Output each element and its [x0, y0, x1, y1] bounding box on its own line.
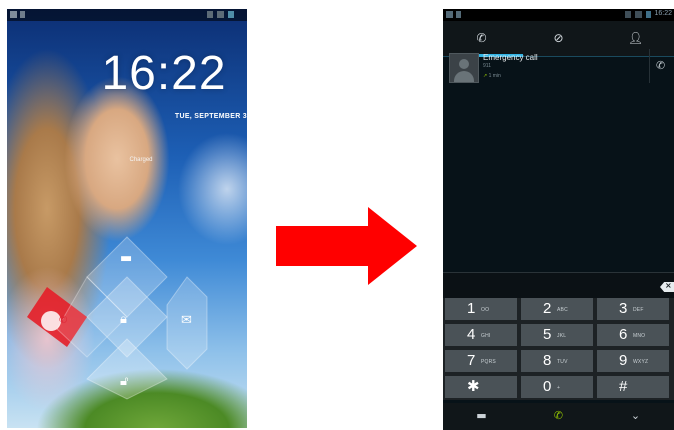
lock-screen: 16:22 TUE, SEPTEMBER 3 Charged ▬ ✆ 🔒︎ ✉ … [7, 9, 247, 428]
phone-icon: ✆ [656, 59, 666, 72]
dial-key-8[interactable]: 8 TUV [521, 350, 593, 372]
notification-icon [456, 11, 461, 18]
call-name: Emergency call [483, 53, 538, 62]
dial-key-9[interactable]: 9 WXYZ [597, 350, 669, 372]
dial-key-7[interactable]: 7 PQRS [445, 350, 517, 372]
message-icon[interactable]: ✉ [181, 314, 192, 327]
chevron-down-icon: ⌄ [630, 409, 641, 422]
dial-button[interactable]: ✆ [520, 403, 597, 430]
call-icon: ✆ [553, 409, 564, 422]
digits-field[interactable]: × [443, 272, 674, 299]
call-back-button[interactable]: ✆ [649, 49, 674, 83]
bluetooth-icon [625, 11, 631, 18]
arrow-icon [276, 207, 417, 285]
outgoing-call-icon: ↗ [483, 73, 488, 79]
status-time: 16:22 [654, 10, 672, 17]
call-log-item[interactable]: Emergency call 911 ↗ 1 min ✆ [443, 49, 674, 89]
notification-icon [446, 11, 453, 18]
dialer-screen: 16:22 ✆ ⊘ 👤︎ Emergency call 911 ↗ 1 min … [443, 9, 674, 430]
video-icon: ▬ [476, 409, 487, 422]
contact-icon: 👤︎ [627, 31, 644, 45]
phone-icon[interactable]: ✆ [59, 314, 67, 327]
dial-key-hash[interactable]: # [597, 376, 669, 398]
dial-key-1[interactable]: 1 OO [445, 298, 517, 320]
dial-key-star[interactable]: ✱ [445, 376, 517, 398]
call-number: 911 [483, 63, 491, 69]
dial-key-0[interactable]: 0 + [521, 376, 593, 398]
battery-icon [646, 11, 651, 18]
dial-key-4[interactable]: 4 GHI [445, 324, 517, 346]
wifi-icon [635, 11, 642, 18]
avatar [449, 53, 479, 83]
dial-key-2[interactable]: 2 ABC [521, 298, 593, 320]
call-duration: 1 min [488, 73, 501, 79]
dial-key-6[interactable]: 6 MNO [597, 324, 669, 346]
unlock-widget[interactable]: ▬ ✆ 🔒︎ ✉ 🔓︎ [7, 9, 247, 428]
overflow-button[interactable]: ⌄ [597, 403, 674, 430]
video-call-button[interactable]: ▬ [443, 403, 520, 430]
recent-calls-icon: ⊘ [553, 31, 564, 45]
dial-key-5[interactable]: 5 JKL [521, 324, 593, 346]
dial-key-3[interactable]: 3 DEF [597, 298, 669, 320]
camera-icon[interactable]: ▬ [120, 252, 132, 265]
dialer-actions: ▬ ✆ ⌄ [443, 403, 674, 430]
phone-icon: ✆ [476, 31, 487, 45]
status-bar: 16:22 [443, 9, 674, 21]
dialpad: 1 OO 2 ABC 3 DEF 4 GHI 5 JKL 6 MNO 7 PQRS 8 TUV … [443, 298, 674, 400]
lock-icon[interactable]: 🔒︎ [120, 313, 127, 326]
unlock-icon[interactable]: 🔓︎ [120, 375, 128, 388]
backspace-icon[interactable]: × [660, 282, 674, 292]
call-time: ↗ 1 min [483, 73, 501, 79]
